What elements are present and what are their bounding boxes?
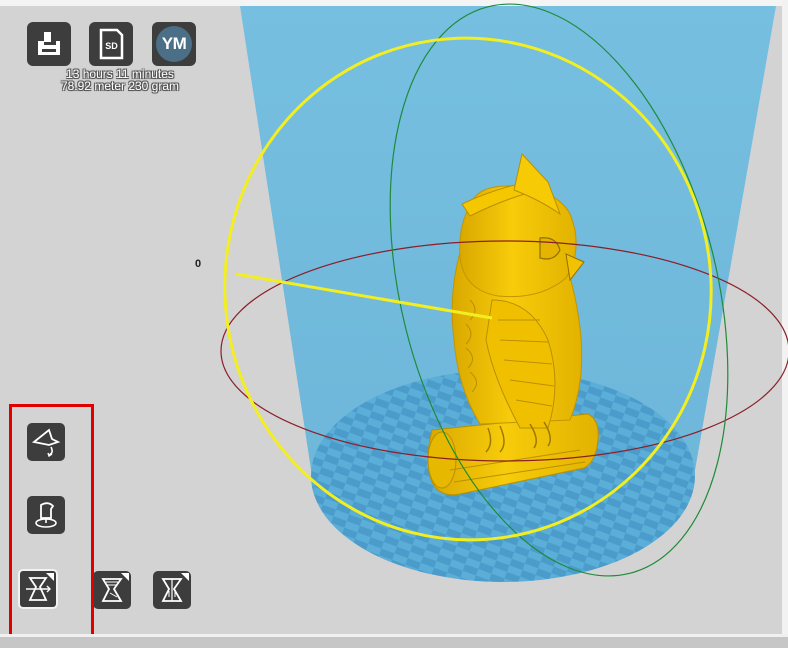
- load-model-button[interactable]: [27, 22, 71, 66]
- viewport-bottom-edge: [0, 634, 788, 648]
- rotate-tool-button[interactable]: [27, 423, 65, 461]
- scene-canvas[interactable]: [0, 0, 788, 648]
- 3d-viewport[interactable]: 0 SD YM 13 hours 11 minutes 78.92 meter …: [0, 0, 788, 648]
- mirror-tool-button[interactable]: [18, 569, 58, 609]
- mirror-option-1-button[interactable]: [93, 571, 131, 609]
- mirror-option-2-button[interactable]: [153, 571, 191, 609]
- submenu-corner-icon: [181, 573, 189, 581]
- sd-card-icon: SD: [99, 28, 124, 60]
- save-to-sd-button[interactable]: SD: [89, 22, 133, 66]
- submenu-corner-icon: [46, 573, 54, 581]
- load-file-icon: [38, 32, 60, 55]
- rotate-icon: [31, 428, 61, 457]
- account-avatar: YM: [156, 26, 192, 62]
- account-button[interactable]: YM: [152, 22, 196, 66]
- account-initials: YM: [161, 34, 187, 53]
- print-material: 78.92 meter 230 gram: [60, 79, 180, 93]
- rotation-angle-label: 0: [195, 258, 202, 270]
- print-estimate: 13 hours 11 minutes 78.92 meter 230 gram: [30, 68, 210, 92]
- scale-icon: [35, 502, 57, 528]
- scale-tool-button[interactable]: [27, 496, 65, 534]
- submenu-corner-icon: [121, 573, 129, 581]
- svg-text:SD: SD: [105, 41, 118, 51]
